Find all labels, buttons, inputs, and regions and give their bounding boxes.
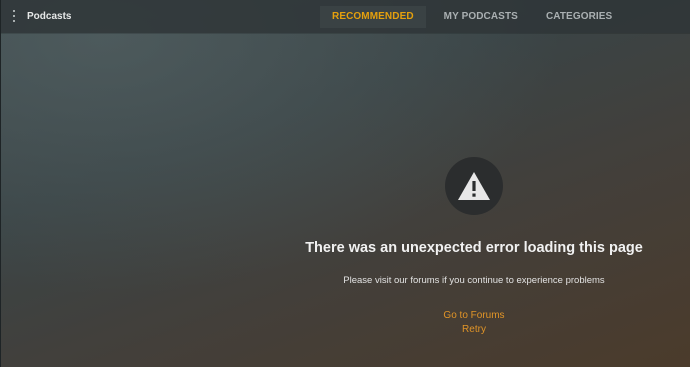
more-options-icon[interactable] — [11, 10, 17, 24]
go-to-forums-link[interactable]: Go to Forums — [257, 309, 690, 323]
app-window: Podcasts RECOMMENDED MY PODCASTS CATEGOR… — [0, 0, 690, 367]
error-panel: There was an unexpected error loading th… — [257, 157, 690, 337]
tab-bar: RECOMMENDED MY PODCASTS CATEGORIES — [320, 6, 628, 28]
page-title: Podcasts — [27, 11, 72, 22]
error-message: Please visit our forums if you continue … — [343, 275, 605, 286]
error-heading: There was an unexpected error loading th… — [305, 240, 643, 256]
warning-icon — [445, 157, 503, 215]
tab-categories[interactable]: CATEGORIES — [534, 6, 624, 28]
top-bar: Podcasts RECOMMENDED MY PODCASTS CATEGOR… — [1, 0, 690, 33]
retry-link[interactable]: Retry — [257, 323, 690, 337]
tab-my-podcasts[interactable]: MY PODCASTS — [432, 6, 530, 28]
tab-recommended[interactable]: RECOMMENDED — [320, 6, 426, 28]
